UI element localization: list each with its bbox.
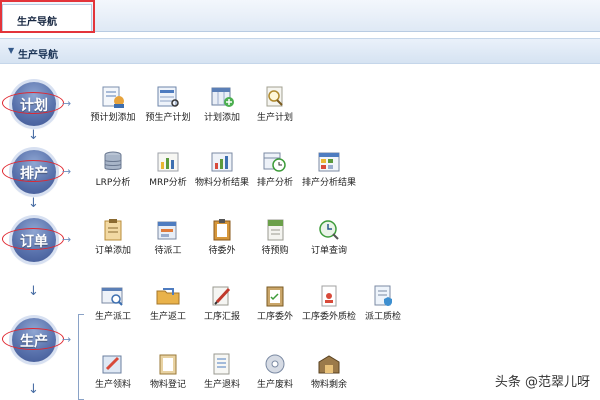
window-search-icon	[101, 287, 123, 306]
production-rework-label: 生产返工	[149, 312, 186, 322]
process-outsource-qc-label: 工序委外质检	[301, 312, 356, 322]
doc-person-icon	[321, 285, 337, 307]
recycle-disc-icon	[265, 354, 285, 374]
highlight-ellipse	[2, 92, 64, 114]
step-production[interactable]: 生产	[2, 318, 64, 362]
dispatch-pending-icon	[157, 221, 177, 240]
shield-doc-icon	[374, 285, 392, 306]
database-icon	[104, 151, 122, 170]
schedule-analysis-result-button[interactable]: 排产分析结果	[301, 150, 357, 189]
production-rework-button[interactable]: 生产返工	[140, 284, 196, 323]
process-report-button[interactable]: 工序汇报	[194, 284, 250, 323]
order-query-label: 订单查询	[310, 246, 347, 256]
right-arrow-icon: →	[62, 333, 72, 346]
highlight-box	[0, 0, 95, 33]
material-remaining-label: 物料剩余	[310, 380, 347, 390]
step-plan[interactable]: 计划	[2, 82, 64, 126]
process-outsource-qc-button[interactable]: 工序委外质检	[301, 284, 357, 323]
pencil-box-icon	[102, 355, 122, 374]
lrp-analysis-label: LRP分析	[95, 178, 131, 188]
dispatch-qc-label: 派工质检	[364, 312, 401, 322]
process-outsource-button[interactable]: 工序委外	[247, 284, 303, 323]
material-remaining-button[interactable]: 物料剩余	[301, 352, 357, 391]
down-arrow-icon: ↓	[28, 284, 39, 299]
schedule-analysis-result-label: 排产分析结果	[301, 178, 356, 188]
material-register-label: 物料登记	[149, 380, 186, 390]
group-bracket	[78, 314, 84, 400]
right-arrow-icon: →	[62, 165, 72, 178]
outsource-pending-button[interactable]: 待委外	[194, 218, 250, 257]
down-arrow-icon: ↓	[28, 196, 39, 211]
pen-report-icon	[212, 286, 231, 306]
mrp-analysis-label: MRP分析	[149, 178, 187, 188]
material-analysis-result-label: 物料分析结果	[194, 178, 249, 188]
preproduction-plan-button[interactable]: 预生产计划	[140, 85, 196, 124]
schedule-analysis-button[interactable]: 排产分析	[247, 150, 303, 189]
production-plan-label: 生产计划	[256, 113, 293, 123]
material-register-button[interactable]: 物料登记	[140, 352, 196, 391]
list-doc-icon	[213, 353, 230, 375]
plan-add-button[interactable]: 预计划添加	[85, 85, 141, 124]
production-scrap-label: 生产废料	[256, 380, 293, 390]
plan-add-grid-label: 计划添加	[203, 113, 240, 123]
step-order[interactable]: 订单	[2, 218, 64, 262]
clipboard-plain-icon	[159, 354, 177, 375]
down-arrow-icon: ↓	[28, 382, 39, 397]
clock-table-icon	[263, 152, 286, 172]
clock-search-icon	[319, 220, 339, 240]
production-material-pick-label: 生产领料	[94, 380, 131, 390]
highlight-ellipse	[2, 160, 64, 182]
dispatch-pending-button[interactable]: 待派工	[140, 218, 196, 257]
plan-add-label: 预计划添加	[90, 113, 136, 123]
preproduction-plan-icon	[157, 86, 179, 107]
plan-add-icon	[102, 86, 124, 108]
prepurchase-pending-button[interactable]: 待预购	[247, 218, 303, 257]
step-schedule[interactable]: 排产	[2, 150, 64, 194]
material-analysis-result-button[interactable]: 物料分析结果	[194, 150, 250, 189]
plan-add-grid-button[interactable]: 计划添加	[194, 85, 250, 124]
right-arrow-icon: →	[62, 233, 72, 246]
schedule-analysis-label: 排产分析	[256, 178, 293, 188]
order-add-label: 订单添加	[94, 246, 131, 256]
collapse-triangle-icon[interactable]: ▼	[8, 46, 14, 55]
production-scrap-button[interactable]: 生产废料	[247, 352, 303, 391]
table-result-icon	[318, 152, 340, 172]
production-return-label: 生产退料	[203, 380, 240, 390]
section-header[interactable]: ▼ 生产导航	[0, 38, 600, 64]
right-arrow-icon: →	[62, 97, 72, 110]
production-dispatch-button[interactable]: 生产派工	[85, 284, 141, 323]
section-title: 生产导航	[18, 50, 58, 61]
lrp-analysis-button[interactable]: LRP分析	[85, 150, 141, 189]
bar-chart-icon	[157, 152, 179, 172]
production-dispatch-label: 生产派工	[94, 312, 131, 322]
dispatch-pending-label: 待派工	[154, 246, 182, 256]
xls-doc-icon	[267, 219, 284, 241]
order-query-button[interactable]: 订单查询	[301, 218, 357, 257]
production-material-pick-button[interactable]: 生产领料	[85, 352, 141, 391]
dispatch-qc-button[interactable]: 派工质检	[355, 284, 411, 323]
clipboard-check-icon	[266, 286, 284, 307]
watermark-text: 头条 @范翠儿呀	[494, 375, 590, 390]
tab-bar: 生产导航	[0, 0, 600, 33]
clipboard-add-icon	[104, 219, 122, 241]
process-report-label: 工序汇报	[203, 312, 240, 322]
outsource-pending-label: 待委外	[208, 246, 236, 256]
order-add-button[interactable]: 订单添加	[85, 218, 141, 257]
highlight-ellipse	[2, 228, 64, 250]
chart-result-icon	[211, 152, 233, 172]
process-outsource-label: 工序委外	[256, 312, 293, 322]
production-return-button[interactable]: 生产退料	[194, 352, 250, 391]
folder-rework-icon	[156, 288, 180, 305]
clipboard-icon	[213, 219, 231, 241]
highlight-ellipse	[2, 328, 64, 350]
preproduction-plan-label: 预生产计划	[145, 113, 191, 123]
production-plan-button[interactable]: 生产计划	[247, 85, 303, 124]
warehouse-icon	[318, 355, 340, 374]
plan-grid-add-icon	[211, 87, 234, 107]
mrp-analysis-button[interactable]: MRP分析	[140, 150, 196, 189]
prepurchase-pending-label: 待预购	[261, 246, 289, 256]
down-arrow-icon: ↓	[28, 128, 39, 143]
search-doc-icon	[266, 86, 283, 107]
